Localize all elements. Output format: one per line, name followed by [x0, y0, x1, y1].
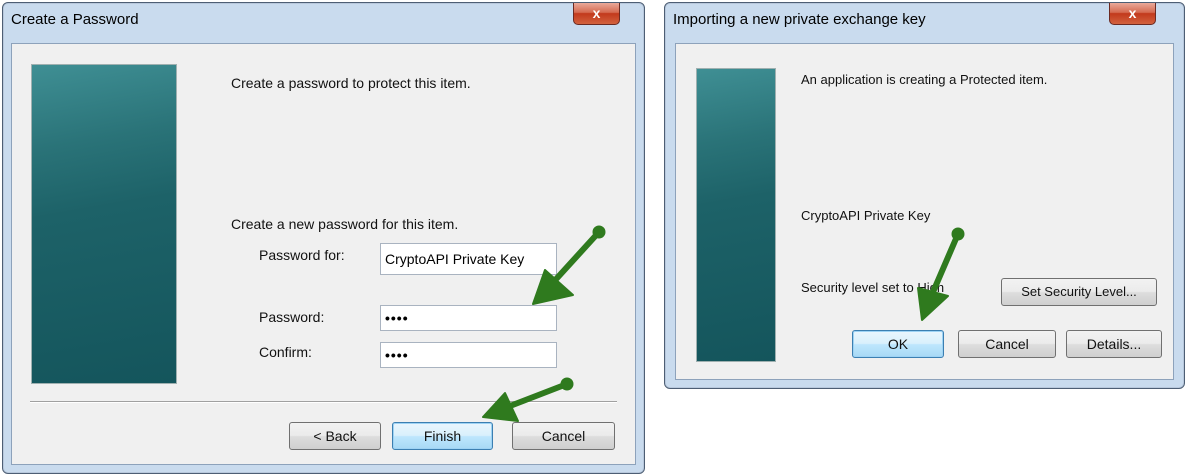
annotation-arrows [482, 225, 965, 422]
arrow-to-ok-button [917, 227, 965, 321]
arrow-to-finish-button [482, 377, 574, 422]
arrow-to-password-field [532, 225, 606, 305]
